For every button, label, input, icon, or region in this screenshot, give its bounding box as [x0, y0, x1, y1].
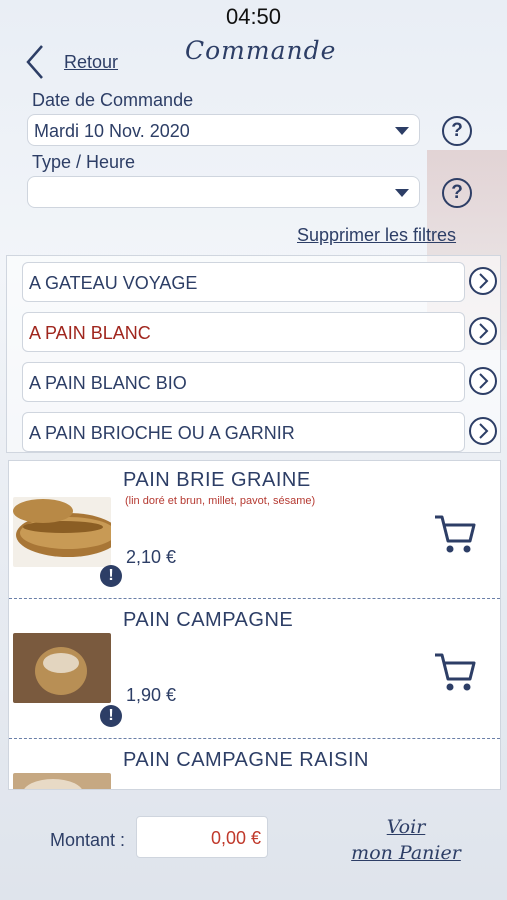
category-item[interactable]: A PAIN BLANC: [22, 312, 465, 352]
product-price: 2,10 €: [126, 547, 177, 567]
info-icon[interactable]: !: [100, 565, 122, 587]
divider: [9, 738, 500, 739]
product-name: PAIN BRIE GRAINE: [123, 469, 311, 491]
help-icon[interactable]: ?: [442, 116, 472, 146]
date-select[interactable]: Mardi 10 Nov. 2020: [27, 114, 420, 146]
chevron-right-circle-icon[interactable]: [468, 366, 498, 396]
amount-field: 0,00 €: [136, 816, 268, 858]
view-cart-line1: Voir: [386, 816, 426, 838]
add-to-cart-icon[interactable]: [433, 651, 477, 695]
chevron-right-circle-icon[interactable]: [468, 416, 498, 446]
help-icon[interactable]: ?: [442, 178, 472, 208]
amount-value: 0,00 €: [210, 828, 261, 848]
chevron-right-circle-icon[interactable]: [468, 316, 498, 346]
add-to-cart-icon[interactable]: [433, 513, 477, 557]
category-item[interactable]: A PAIN BLANC BIO: [22, 362, 465, 402]
chevron-down-icon: [395, 189, 409, 197]
category-label: A GATEAU VOYAGE: [29, 273, 198, 293]
product-item[interactable]: PAIN CAMPAGNE 1,90 € !: [9, 601, 500, 739]
product-item[interactable]: PAIN BRIE GRAINE (lin doré et brun, mill…: [9, 461, 500, 599]
category-list: A GATEAU VOYAGE A PAIN BLANC A PAIN BLAN…: [6, 255, 501, 453]
clear-filters-link[interactable]: Supprimer les filtres: [297, 225, 456, 246]
back-chevron-icon[interactable]: [24, 44, 46, 80]
product-image: [13, 497, 111, 567]
status-time: 04:50: [225, 4, 282, 29]
product-name: PAIN CAMPAGNE RAISIN: [123, 749, 369, 771]
product-item[interactable]: PAIN CAMPAGNE RAISIN: [9, 741, 500, 789]
category-item[interactable]: A PAIN BRIOCHE OU A GARNIR: [22, 412, 465, 452]
product-price: 1,90 €: [126, 685, 177, 705]
back-link[interactable]: Retour: [64, 52, 118, 73]
type-select[interactable]: [27, 176, 420, 208]
date-label: Date de Commande: [32, 90, 194, 110]
category-item[interactable]: A GATEAU VOYAGE: [22, 262, 465, 302]
category-label: A PAIN BRIOCHE OU A GARNIR: [29, 423, 295, 443]
product-name: PAIN CAMPAGNE: [123, 609, 294, 631]
product-image: [13, 633, 111, 703]
info-icon[interactable]: !: [100, 705, 122, 727]
amount-label: Montant :: [50, 830, 126, 850]
date-value: Mardi 10 Nov. 2020: [34, 121, 190, 141]
product-image: [13, 773, 111, 789]
view-cart-link[interactable]: Voir mon Panier: [340, 814, 472, 866]
product-description: (lin doré et brun, millet, pavot, sésame…: [125, 495, 316, 507]
chevron-right-circle-icon[interactable]: [468, 266, 498, 296]
chevron-down-icon: [395, 127, 409, 135]
view-cart-line2: mon Panier: [351, 842, 461, 864]
category-label: A PAIN BLANC BIO: [29, 373, 187, 393]
category-label: A PAIN BLANC: [29, 323, 151, 343]
page-title: Commande: [185, 36, 337, 65]
type-label: Type / Heure: [32, 152, 136, 172]
divider: [9, 598, 500, 599]
product-list: PAIN BRIE GRAINE (lin doré et brun, mill…: [8, 460, 501, 790]
